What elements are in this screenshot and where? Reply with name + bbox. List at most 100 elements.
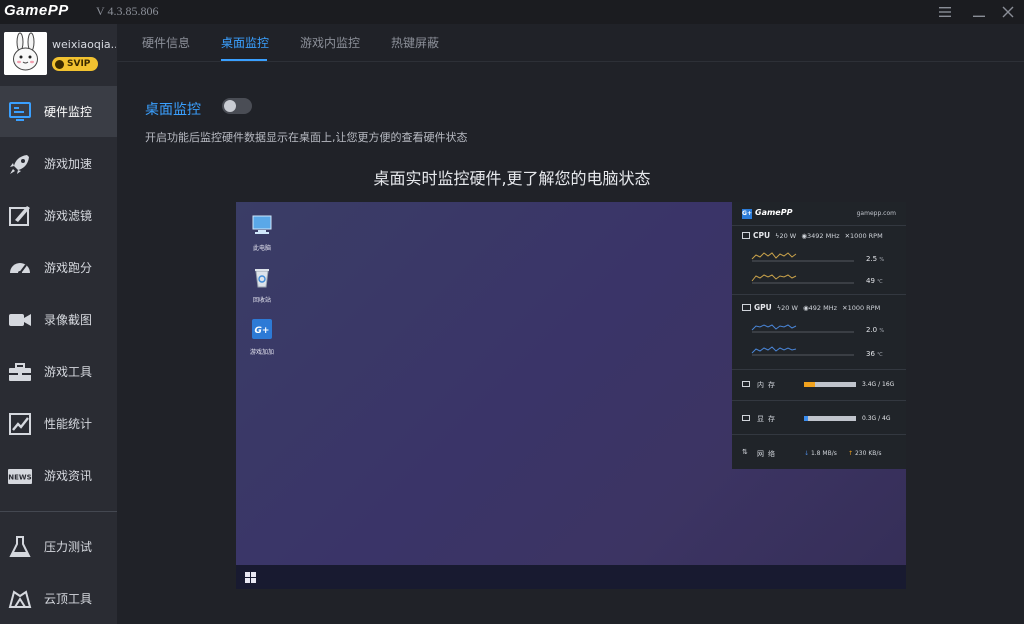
video-camera-icon (9, 314, 31, 326)
vram-value: 0.3G / 4G (862, 415, 891, 422)
overlay-site: gamepp.com (856, 210, 896, 217)
version-label: V 4.3.85.806 (96, 4, 159, 18)
sidebar-item-hardware-monitor[interactable]: 硬件监控 (0, 86, 117, 137)
username[interactable]: weixiaoqia.. (52, 38, 116, 51)
chart-icon (9, 413, 31, 435)
cpu-temp-number: 49 (866, 277, 875, 285)
sidebar-item-game-benchmark[interactable]: 游戏跑分 (0, 242, 117, 293)
sidebar-item-label: 录像截图 (44, 313, 93, 327)
cpu-usage-value: 2.5 % (866, 255, 884, 263)
cpu-temp-unit: ℃ (877, 279, 883, 285)
avatar[interactable] (4, 32, 47, 75)
active-tab-indicator (221, 59, 267, 61)
vram-icon (742, 415, 750, 421)
vram-label: 显存 (757, 415, 779, 423)
svg-text:G+: G+ (255, 326, 270, 336)
gamepp-icon: G+ (252, 319, 272, 339)
sidebar-item-label: 压力测试 (44, 540, 93, 554)
sidebar-item-label: 硬件监控 (44, 105, 93, 119)
toolbox-icon (9, 363, 31, 381)
vram-bar-fill (804, 416, 808, 421)
gpu-icon (742, 304, 751, 311)
overlay-divider (732, 294, 906, 295)
title-bar: GamePP V 4.3.85.806 (0, 0, 1024, 24)
tab-hotkey-block[interactable]: 热键屏蔽 (391, 34, 439, 51)
gpu-label: GPU (754, 303, 772, 312)
toggle-knob (224, 100, 236, 112)
desktop-icon-this-pc: 此电脑 (242, 214, 282, 252)
cpu-usage-number: 2.5 (866, 255, 878, 263)
overlay-logo-text: GamePP (755, 208, 793, 217)
gpu-temp-number: 36 (866, 350, 875, 358)
sidebar-item-label: 游戏工具 (44, 365, 93, 379)
network-up-value: 230 KB/s (854, 450, 882, 457)
memory-bar (804, 382, 856, 387)
overlay-divider (732, 369, 906, 370)
upload-arrow-icon: ↑ (848, 450, 854, 457)
cpu-usage-unit: % (879, 257, 885, 263)
gpu-temp-graph (751, 346, 854, 356)
sidebar-item-label: 云顶工具 (44, 592, 93, 606)
flask-icon (9, 536, 31, 557)
section-description: 开启功能后监控硬件数据显示在桌面上,让您更方便的查看硬件状态 (145, 131, 468, 144)
sidebar: weixiaoqia.. SVIP 硬件监控 游戏加速 游戏滤镜 游戏跑分 录像… (0, 24, 117, 624)
desktop-icon-recycle-bin: 回收站 (242, 266, 282, 304)
network-up: ↑ 230 KB/s (848, 450, 882, 457)
cpu-temp-graph (751, 274, 854, 284)
gpu-usage-unit: % (879, 328, 885, 334)
sidebar-item-game-news[interactable]: NEWS 游戏资讯 (0, 450, 117, 501)
cpu-temp-value: 49 ℃ (866, 277, 883, 285)
sidebar-item-stress-test[interactable]: 压力测试 (0, 521, 117, 572)
gpu-clock: 492 MHz (808, 304, 838, 312)
gpu-fan: 1000 RPM (847, 304, 881, 312)
app-window: GamePP V 4.3.85.806 weixiaoqia.. SVIP 硬件… (0, 0, 1024, 624)
sidebar-item-label: 性能统计 (44, 417, 93, 431)
vram-bar (804, 416, 856, 421)
menu-icon[interactable] (930, 0, 960, 24)
sidebar-item-game-filter[interactable]: 游戏滤镜 (0, 190, 117, 241)
sidebar-item-performance-stats[interactable]: 性能统计 (0, 398, 117, 449)
section-title: 桌面监控 (145, 102, 201, 118)
taskbar (236, 565, 906, 589)
tab-hardware-info[interactable]: 硬件信息 (142, 34, 190, 51)
gpu-row: GPU ϟ20 W ◉492 MHz ✕1000 RPM (742, 303, 880, 312)
svip-badge[interactable]: SVIP (52, 57, 98, 71)
user-panel: weixiaoqia.. SVIP (0, 24, 117, 86)
monitor-overlay: G+ GamePP gamepp.com CPU ϟ20 W ◉3492 MHz … (732, 202, 906, 469)
desktop-icon-label: 回收站 (252, 297, 271, 304)
network-down: ↓ 1.8 MB/s (804, 450, 837, 457)
overlay-divider (732, 434, 906, 435)
cpu-icon (742, 232, 750, 239)
tab-ingame-monitor[interactable]: 游戏内监控 (300, 34, 360, 51)
desktop-monitor-toggle[interactable] (222, 98, 252, 114)
sidebar-item-record-screenshot[interactable]: 录像截图 (0, 294, 117, 345)
overlay-divider (732, 400, 906, 401)
minimize-icon[interactable] (964, 0, 994, 24)
memory-value: 3.4G / 16G (862, 381, 895, 388)
sidebar-item-label: 游戏跑分 (44, 261, 93, 275)
desktop-icon-label: 此电脑 (252, 245, 271, 252)
hardware-monitor-icon (9, 102, 31, 121)
network-label: 网络 (757, 450, 779, 458)
recycle-bin-icon (255, 269, 269, 288)
cpu-usage-graph (751, 252, 854, 262)
close-icon[interactable] (993, 0, 1023, 24)
network-icon: ⇅ (742, 448, 748, 456)
desktop-icon-gamepp: G+ 游戏加加 (242, 318, 282, 356)
sidebar-item-game-tools[interactable]: 游戏工具 (0, 346, 117, 397)
svg-text:NEWS: NEWS (8, 474, 31, 482)
desktop-icon-label: 游戏加加 (249, 349, 274, 356)
download-arrow-icon: ↓ (804, 450, 810, 457)
gpu-temp-unit: ℃ (877, 352, 883, 358)
cpu-power: 20 W (779, 232, 797, 240)
gpu-usage-value: 2.0 % (866, 326, 884, 334)
computer-icon (252, 215, 272, 234)
overlay-logo: G+ GamePP (742, 208, 792, 219)
news-icon: NEWS (8, 469, 32, 484)
memory-icon (742, 381, 750, 387)
desktop-preview-image: 此电脑 回收站 G+ 游戏加加 G+ GamePP gamepp.com CPU … (236, 202, 906, 589)
sidebar-item-label: 游戏资讯 (44, 469, 93, 483)
gpu-usage-number: 2.0 (866, 326, 878, 334)
tab-desktop-monitor[interactable]: 桌面监控 (221, 34, 269, 51)
sidebar-item-tft-tools[interactable]: 云顶工具 (0, 573, 117, 624)
